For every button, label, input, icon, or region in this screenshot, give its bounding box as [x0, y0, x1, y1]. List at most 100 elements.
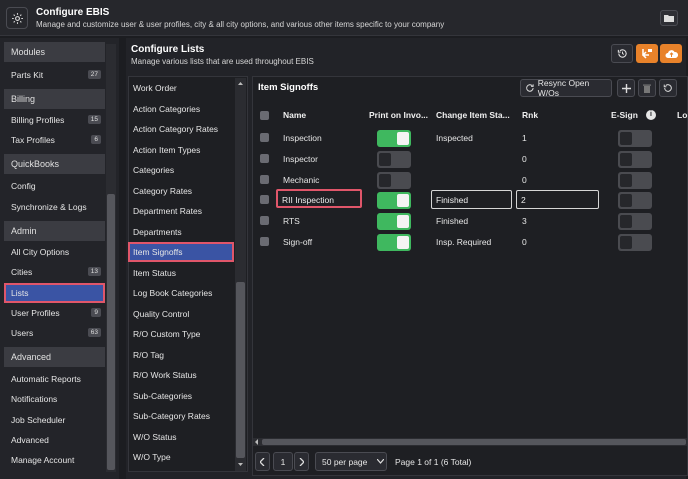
gear-icon [6, 7, 28, 29]
print-on-invoice-toggle[interactable] [377, 213, 411, 231]
col-lo[interactable]: Lo [677, 110, 687, 120]
esign-toggle[interactable] [618, 150, 652, 168]
row-checkbox[interactable] [260, 195, 269, 205]
toggle-knob [620, 173, 632, 187]
sidebar-item-notifications[interactable]: Notifications [4, 389, 105, 409]
info-icon[interactable]: i [646, 110, 656, 120]
lists-scroll-thumb[interactable] [236, 282, 245, 458]
sidebar-item-label: Advanced [11, 435, 49, 445]
row-checkbox[interactable] [260, 216, 269, 226]
row-checkbox[interactable] [260, 133, 269, 142]
toggle-knob [397, 132, 409, 145]
list-item-department-rates[interactable]: Department Rates [128, 201, 234, 221]
resync-label: Resync Open W/Os [537, 78, 590, 98]
sidebar-item-tax-profiles[interactable]: Tax Profiles 6 [4, 130, 105, 150]
grid-history-button[interactable] [659, 79, 677, 97]
col-change-item-status[interactable]: Change Item Sta... [436, 110, 510, 120]
print-on-invoice-toggle[interactable] [377, 171, 411, 189]
list-item-work-order[interactable]: Work Order [128, 78, 234, 98]
name-edit-input[interactable]: RII Inspection [276, 189, 362, 209]
resync-button[interactable]: Resync Open W/Os [520, 78, 612, 98]
prev-page-button[interactable] [255, 452, 270, 471]
add-button[interactable] [617, 79, 635, 97]
next-page-button[interactable] [294, 452, 309, 471]
toggle-knob [620, 236, 632, 249]
sidebar-item-label: Billing [11, 94, 36, 104]
list-item-r-o-tag[interactable]: R/O Tag [128, 345, 234, 365]
print-on-invoice-toggle[interactable] [377, 150, 411, 168]
cloud-upload-button[interactable] [660, 44, 682, 63]
app-subtitle: Manage and customize user & user profile… [36, 20, 445, 29]
print-on-invoice-toggle[interactable] [377, 130, 411, 147]
sidebar-item-users[interactable]: Users 63 [4, 323, 105, 343]
esign-toggle[interactable] [618, 130, 652, 147]
page-number[interactable]: 1 [273, 452, 293, 471]
sidebar-item-user-profiles[interactable]: User Profiles 9 [4, 303, 105, 323]
count-badge: 6 [91, 135, 101, 144]
list-item-category-rates[interactable]: Category Rates [128, 181, 234, 201]
esign-toggle[interactable] [618, 234, 652, 251]
list-item-log-book-categories[interactable]: Log Book Categories [128, 283, 234, 303]
history-button[interactable] [611, 44, 633, 63]
status-edit-input[interactable]: Finished [431, 190, 512, 210]
sidebar-item-parts-kit[interactable]: Parts Kit 27 [4, 65, 105, 85]
sidebar-section-quickbooks: QuickBooks [4, 154, 105, 174]
col-rank[interactable]: Rnk [522, 110, 538, 120]
cell-rank: 0 [522, 153, 527, 164]
page-info: Page 1 of 1 (6 Total) [395, 457, 472, 467]
col-esign[interactable]: E-Sign [611, 110, 638, 120]
list-item-item-signoffs[interactable]: Item Signoffs [128, 242, 234, 262]
sidebar-item-config[interactable]: Config [4, 176, 105, 196]
sidebar-item-billing-profiles[interactable]: Billing Profiles 15 [4, 110, 105, 130]
esign-toggle[interactable] [618, 213, 652, 231]
sidebar-item-advanced[interactable]: Advanced [4, 430, 105, 450]
per-page-value: 50 per page [322, 456, 368, 467]
sidebar-item-all-city-options[interactable]: All City Options [4, 242, 105, 262]
list-item-w-o-status[interactable]: W/O Status [128, 427, 234, 447]
row-checkbox[interactable] [260, 237, 269, 246]
sidebar-item-job-scheduler[interactable]: Job Scheduler [4, 410, 105, 430]
chevron-down-icon [377, 459, 385, 464]
cell-name: Inspection [283, 133, 322, 143]
print-on-invoice-toggle[interactable] [377, 192, 411, 210]
plus-icon [621, 83, 631, 93]
row-checkbox[interactable] [260, 174, 269, 184]
per-page-select[interactable]: 50 per page [315, 452, 387, 471]
list-item-action-categories[interactable]: Action Categories [128, 99, 234, 119]
esign-toggle[interactable] [618, 171, 652, 189]
rank-edit-input[interactable]: 2 [516, 190, 599, 210]
list-item-item-status[interactable]: Item Status [128, 263, 234, 283]
list-item-departments[interactable]: Departments [128, 222, 234, 242]
list-item-w-o-type[interactable]: W/O Type [128, 447, 234, 467]
list-item-action-item-types[interactable]: Action Item Types [128, 140, 234, 160]
list-item-categories[interactable]: Categories [128, 160, 234, 180]
col-name[interactable]: Name [283, 110, 306, 120]
refresh-icon [526, 84, 534, 92]
sidebar-scroll-thumb[interactable] [107, 194, 115, 470]
sidebar-item-manage-account[interactable]: Manage Account [4, 450, 105, 470]
import-button[interactable] [636, 44, 658, 63]
select-all-checkbox[interactable] [260, 111, 269, 120]
list-item-sub-categories[interactable]: Sub-Categories [128, 386, 234, 406]
sidebar-item-synchronize-logs[interactable]: Synchronize & Logs [4, 197, 105, 217]
sidebar-item-label: All City Options [11, 247, 70, 257]
grid-hscroll-thumb[interactable] [262, 439, 686, 445]
configure-lists-subtitle: Manage various lists that are used throu… [131, 57, 314, 66]
folder-button[interactable] [660, 10, 678, 26]
list-item-sub-category-rates[interactable]: Sub-Category Rates [128, 406, 234, 426]
sidebar-item-lists[interactable]: Lists [4, 283, 105, 303]
sidebar-item-cities[interactable]: Cities 13 [4, 262, 105, 282]
sidebar-item-label: Admin [11, 226, 37, 236]
delete-button[interactable] [638, 79, 656, 97]
count-badge: 27 [87, 70, 101, 79]
list-item-r-o-work-status[interactable]: R/O Work Status [128, 365, 234, 385]
print-on-invoice-toggle[interactable] [377, 234, 411, 251]
list-item-action-category-rates[interactable]: Action Category Rates [128, 119, 234, 139]
sidebar-item-automatic-reports[interactable]: Automatic Reports [4, 369, 105, 389]
list-item-r-o-custom-type[interactable]: R/O Custom Type [128, 324, 234, 344]
col-print-on-invoice[interactable]: Print on Invo... [369, 110, 428, 120]
list-item-quality-control[interactable]: Quality Control [128, 304, 234, 324]
esign-toggle[interactable] [618, 192, 652, 210]
cell-rank: 0 [522, 174, 527, 185]
row-checkbox[interactable] [260, 153, 269, 163]
